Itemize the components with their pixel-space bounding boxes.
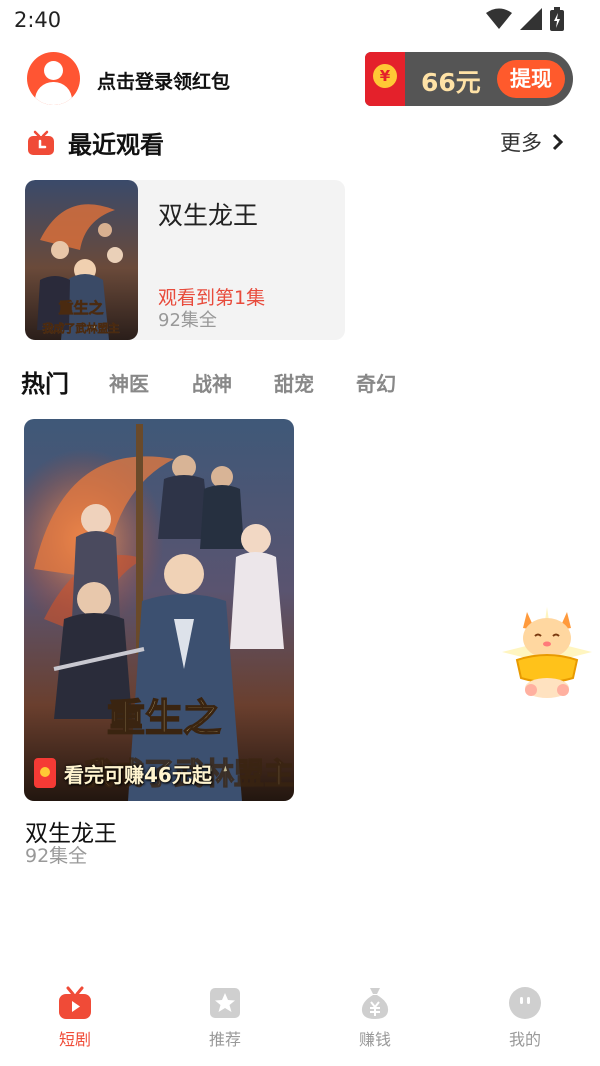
nav-label-earn: 赚钱 [358,1030,391,1049]
recent-item-name: 双生龙王 [158,201,259,230]
nav-label-mine: 我的 [508,1030,541,1049]
recent-item-episodes: 92集全 [158,310,217,331]
bottom-nav: 短剧 推荐 赚钱 我的 [0,972,600,1066]
recent-item-card[interactable]: 重生之 我成了武林盟主 双生龙王 观看到第1集 92集全 [25,180,345,340]
status-time: 2:40 [14,8,62,32]
tab-doctor[interactable]: 神医 [109,368,149,397]
poster-title-1: 重生之 [107,695,221,740]
chevron-right-icon [552,133,564,151]
more-label: 更多 [500,131,542,155]
reward-text: 看完可赚46元起 [64,762,212,787]
tv-icon [59,986,91,1019]
nav-label-recommend: 推荐 [208,1030,241,1049]
user-row: 点击登录领红包 ¥ 66元 提现 [0,52,600,108]
wallet-widget[interactable]: ¥ 66元 提现 [365,52,573,106]
poster-small-title-2: 我成了武林盟主 [43,321,120,335]
drama-episodes: 92集全 [25,845,88,867]
status-bar: 2:40 [0,0,600,40]
signal-icon [520,8,542,30]
recent-header: 最近观看 更多 [0,122,600,162]
poster-small-title-1: 重生之 [58,299,103,317]
wallet-amount: 66元 [421,68,481,97]
tab-war-god[interactable]: 战神 [192,368,232,397]
tv-icon [28,130,54,155]
nav-shorts[interactable]: 短剧 [15,972,135,1050]
profile-face-icon [509,987,541,1019]
battery-icon [550,7,564,31]
star-bookmark-icon [210,988,240,1018]
tab-fantasy[interactable]: 奇幻 [356,368,396,397]
drama-poster: 重生之 我成了武林盟主 [24,419,294,801]
red-packet-icon [34,758,56,788]
avatar[interactable] [27,52,80,105]
money-bag-icon [361,988,389,1019]
tab-hot[interactable]: 热门 [21,364,69,399]
drama-poster-card[interactable]: 重生之 我成了武林盟主 看完可赚46元起 [24,419,294,801]
category-tabs: 热门 神医 战神 甜宠 奇幻 [0,364,600,400]
coin-icon: ¥ [373,64,397,88]
tab-romance[interactable]: 甜宠 [274,368,314,397]
lucky-cat-icon [502,607,592,698]
login-prompt[interactable]: 点击登录领红包 [97,67,230,94]
lucky-cat-floating-button[interactable] [497,602,597,702]
more-link[interactable]: 更多 [500,127,564,157]
nav-label-shorts: 短剧 [58,1030,91,1049]
withdraw-button[interactable]: 提现 [497,60,565,98]
wifi-icon [486,8,512,29]
status-icons [486,7,564,31]
recent-title: 最近观看 [68,131,164,159]
nav-recommend[interactable]: 推荐 [165,972,285,1050]
red-envelope-icon: ¥ [365,52,405,106]
poster-thumbnail: 重生之 我成了武林盟主 [25,180,138,340]
nav-earn[interactable]: 赚钱 [315,972,435,1050]
nav-mine[interactable]: 我的 [465,972,585,1050]
reward-banner: 看完可赚46元起 [34,757,212,789]
